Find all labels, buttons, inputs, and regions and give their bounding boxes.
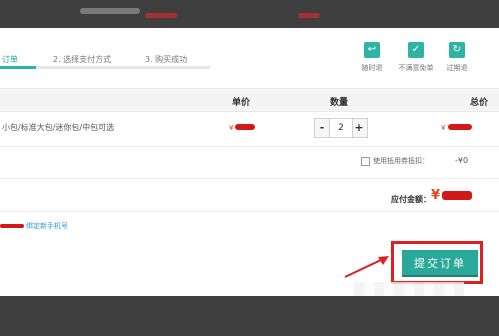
quantity-stepper: - 2 + — [314, 118, 368, 138]
header-total: 总价 — [470, 98, 489, 108]
redacted-mark — [298, 13, 320, 18]
total-price-symbol: ¥ — [441, 124, 446, 132]
item-name: 小包/标准大包/迷你包/中包可选 — [2, 123, 115, 132]
guarantee-label: 不满意免单 — [398, 64, 434, 72]
coupon-label: 使用抵用券抵扣： — [373, 157, 429, 165]
unit-price-symbol: ¥ — [229, 124, 234, 132]
guarantee-expiry-refund[interactable]: ↻ 过期退 — [437, 42, 477, 73]
return-icon: ↩ — [364, 42, 380, 58]
step-progress-track — [0, 66, 210, 69]
submit-highlight-frame: 提交订单 — [391, 241, 483, 284]
table-header: 单价 数量 总价 — [0, 88, 499, 112]
bottom-bar — [0, 296, 499, 336]
divider — [0, 211, 499, 212]
header-quantity: 数量 — [330, 98, 349, 108]
guarantee-label: 过期退 — [446, 64, 468, 72]
blurred-text — [80, 8, 140, 14]
quantity-increase-button[interactable]: + — [352, 119, 366, 137]
payable-symbol: ¥ — [431, 188, 441, 203]
redacted-total-price — [448, 124, 472, 130]
step-purchase-success: 3. 购买成功 — [145, 55, 188, 64]
annotation-arrow-icon — [344, 256, 389, 278]
top-bar — [0, 0, 499, 28]
coupon-amount: -¥0 — [455, 156, 469, 165]
quantity-decrease-button[interactable]: - — [315, 119, 329, 137]
redacted-phone — [0, 224, 24, 228]
submit-order-button[interactable]: 提交订单 — [402, 250, 478, 277]
header-price: 单价 — [232, 98, 251, 108]
coupon-checkbox[interactable] — [361, 157, 370, 166]
step-choose-payment: 2. 选择支付方式 — [53, 55, 112, 64]
check-icon: ✓ — [408, 42, 424, 58]
step-order: 订单 — [2, 55, 18, 64]
bind-new-phone-link[interactable]: 绑定新手机号 — [26, 221, 68, 231]
guarantee-anytime-refund[interactable]: ↩ 随时退 — [352, 42, 392, 73]
step-progress-fill — [0, 66, 36, 69]
divider — [0, 178, 499, 179]
guarantee-free-if-unsatisfied[interactable]: ✓ 不满意免单 — [396, 42, 436, 73]
redacted-unit-price — [235, 124, 255, 130]
redacted-mark — [145, 13, 177, 18]
redacted-payable-amount — [442, 191, 472, 200]
refresh-icon: ↻ — [449, 42, 465, 58]
payable-label: 应付金额： — [391, 195, 431, 204]
order-panel: 订单 2. 选择支付方式 3. 购买成功 ↩ 随时退 ✓ 不满意免单 ↻ 过期退… — [0, 28, 499, 312]
quantity-input[interactable]: 2 — [329, 119, 353, 137]
guarantee-label: 随时退 — [361, 64, 383, 72]
divider — [0, 146, 499, 147]
